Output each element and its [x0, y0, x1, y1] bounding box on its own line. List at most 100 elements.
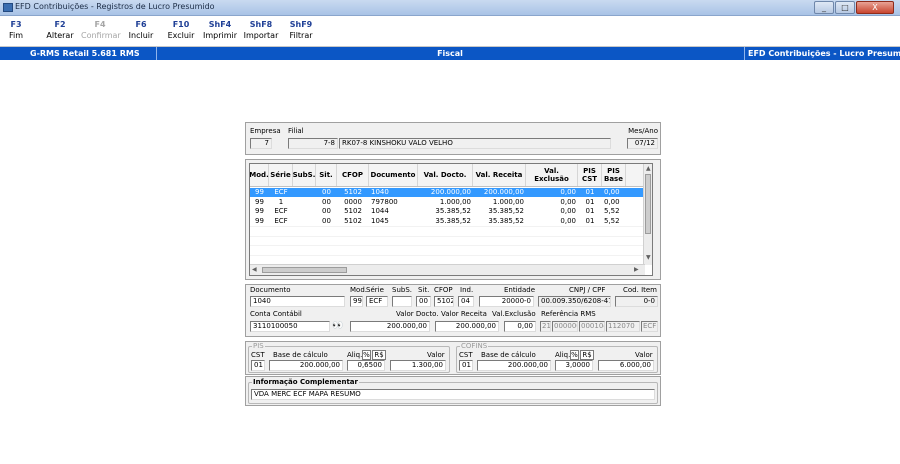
toolbar-button-imprimir[interactable]: ShF4 Imprimir	[203, 19, 237, 42]
cell-pis-base: 5,52	[604, 207, 620, 215]
cell-val-docto: 1.000,00	[439, 197, 471, 206]
button-label: Excluir	[167, 31, 195, 40]
shortcut-key: F6	[135, 20, 147, 29]
col-cfop[interactable]: CFOP	[337, 164, 369, 186]
empresa-label: Empresa	[250, 127, 281, 135]
cell-cfop: 0000	[344, 197, 362, 206]
serie-label: Série	[366, 286, 384, 294]
status-bar: G-RMS Retail 5.681 RMS Fiscal EFD Contri…	[0, 47, 900, 60]
col-serie[interactable]: Série	[269, 164, 293, 186]
empresa-field[interactable]: 7	[250, 138, 272, 149]
col-sit[interactable]: Sit.	[316, 164, 337, 186]
cell-pis-base: 5,52	[604, 216, 620, 225]
col-pis-base[interactable]: PIS Base	[602, 164, 626, 186]
toolbar-button-importar[interactable]: ShF8 Importar	[242, 19, 280, 42]
conta-field[interactable]: 3110100050	[250, 321, 330, 332]
cofins-base-field[interactable]: 200.000,00	[477, 360, 551, 371]
cell-cfop: 5102	[344, 188, 362, 196]
sit-field[interactable]: 00	[416, 296, 431, 307]
scrollbar-thumb[interactable]	[645, 174, 651, 234]
coditem-field[interactable]: 0-0	[615, 296, 658, 307]
cell-val-receita: 35.385,52	[488, 207, 524, 215]
cofins-valor-field[interactable]: 6.000,00	[598, 360, 654, 371]
cell-sit: 00	[322, 207, 331, 215]
cell-serie: ECF	[274, 207, 288, 215]
ind-field[interactable]: 04	[458, 296, 474, 307]
cell-documento: 797800	[371, 197, 398, 206]
button-label: Importar	[243, 31, 279, 40]
table-row[interactable]: 99 ECF 00 5102 1040 200.000,00 200.000,00 0,00 0…	[250, 188, 652, 197]
cofins-currency-toggle[interactable]: R$	[580, 350, 594, 360]
cell-cfop: 5102	[344, 207, 362, 215]
scroll-down-icon[interactable]: ▼	[646, 254, 651, 262]
status-divider	[744, 47, 745, 60]
shortcut-key: ShF4	[208, 20, 232, 29]
cell-sit: 00	[322, 197, 331, 206]
pis-percent-toggle[interactable]: %	[362, 350, 371, 360]
pis-currency-toggle[interactable]: R$	[372, 350, 386, 360]
valorreceita-field[interactable]: 200.000,00	[435, 321, 499, 332]
table-row[interactable]: 99 ECF 00 5102 1044 35.385,52 35.385,52 0,00 01 5…	[250, 207, 652, 216]
col-pis-cst[interactable]: PIS CST	[578, 164, 602, 186]
scroll-up-icon[interactable]: ▲	[646, 165, 651, 173]
search-binoculars-icon[interactable]: 👀	[332, 321, 343, 331]
col-val-exclusao[interactable]: Val. Exclusão	[526, 164, 578, 186]
grid-horizontal-scrollbar[interactable]: ◀ ▶	[250, 264, 645, 275]
mesano-field[interactable]: 07/12	[627, 138, 658, 149]
serie-field[interactable]: ECF	[366, 296, 388, 307]
cell-pis-base: 0,00	[604, 197, 620, 206]
pis-cst-label: CST	[251, 351, 265, 359]
pis-valor-field[interactable]: 1.300,00	[390, 360, 446, 371]
maximize-button[interactable]: □	[835, 1, 855, 14]
cfop-field[interactable]: 5102	[434, 296, 454, 307]
empty-table-row[interactable]	[250, 235, 652, 245]
button-label: Alterar	[46, 31, 74, 40]
cofins-percent-toggle[interactable]: %	[570, 350, 579, 360]
empty-table-row[interactable]	[250, 226, 652, 235]
cnpj-field[interactable]: 00.009.350/6208-47	[538, 296, 611, 307]
filial-name-field[interactable]: RK07-8 KINSHOKU VALO VELHO	[339, 138, 611, 149]
button-label: Confirmar	[81, 31, 121, 40]
scrollbar-thumb[interactable]	[262, 267, 347, 273]
close-button[interactable]: X	[856, 1, 894, 14]
subs-field[interactable]	[392, 296, 412, 307]
cell-sit: 00	[322, 188, 331, 196]
pis-base-field[interactable]: 200.000,00	[269, 360, 343, 371]
col-val-docto[interactable]: Val. Docto.	[418, 164, 473, 186]
grid-vertical-scrollbar[interactable]: ▲ ▼	[643, 164, 652, 265]
pis-aliq-field[interactable]: 0,6500	[347, 360, 385, 371]
entidade-field[interactable]: 20000-0	[479, 296, 534, 307]
toolbar-button-incluir[interactable]: F6 Incluir	[127, 19, 155, 42]
taxes-panel: PIS CST 01 Base de cálculo 200.000,00 Al…	[245, 341, 661, 375]
title-bar: EFD Contribuições - Registros de Lucro P…	[0, 0, 900, 16]
toolbar-button-alterar[interactable]: F2 Alterar	[45, 19, 75, 42]
table-row[interactable]: 99 ECF 00 5102 1045 35.385,52 35.385,52 0,00 01 5…	[250, 216, 652, 226]
pis-cst-field[interactable]: 01	[251, 360, 265, 371]
filial-code-field[interactable]: 7-8	[288, 138, 338, 149]
toolbar-button-excluir[interactable]: F10 Excluir	[166, 19, 196, 42]
minimize-button[interactable]: _	[814, 1, 834, 14]
toolbar-button-filtrar[interactable]: ShF9 Filtrar	[287, 19, 315, 42]
cofins-aliq-field[interactable]: 3,0000	[555, 360, 593, 371]
col-mod[interactable]: Mod.	[250, 164, 269, 186]
scroll-left-icon[interactable]: ◀	[252, 266, 257, 274]
table-row[interactable]: 99 1 00 0000 797800 1.000,00 1.000,00 0,00 01 0,0…	[250, 197, 652, 207]
empty-table-row[interactable]	[250, 254, 652, 264]
valexclusao-label: Val.Exclusão	[492, 310, 536, 318]
col-subs[interactable]: SubS.	[293, 164, 316, 186]
toolbar-button-fim[interactable]: F3 Fim	[4, 19, 28, 42]
ref-field-2: 0000007	[552, 321, 578, 332]
col-documento[interactable]: Documento	[369, 164, 418, 186]
valexclusao-field[interactable]: 0,00	[504, 321, 536, 332]
records-grid[interactable]: Mod. Série SubS. Sit. CFOP Documento Val…	[249, 163, 653, 276]
cofins-cst-field[interactable]: 01	[459, 360, 473, 371]
status-screen-name: EFD Contribuições - Lucro Presumido	[748, 49, 900, 58]
empty-table-row[interactable]	[250, 245, 652, 254]
mod-field[interactable]: 99	[350, 296, 363, 307]
valordocto-field[interactable]: 200.000,00	[350, 321, 430, 332]
documento-field[interactable]: 1040	[250, 296, 345, 307]
info-text-field[interactable]: VDA MERC ECF MAPA RESUMO	[251, 389, 655, 400]
toolbar-button-confirmar[interactable]: F4 Confirmar	[81, 19, 121, 42]
col-val-receita[interactable]: Val. Receita	[473, 164, 526, 186]
scroll-right-icon[interactable]: ▶	[634, 266, 639, 274]
